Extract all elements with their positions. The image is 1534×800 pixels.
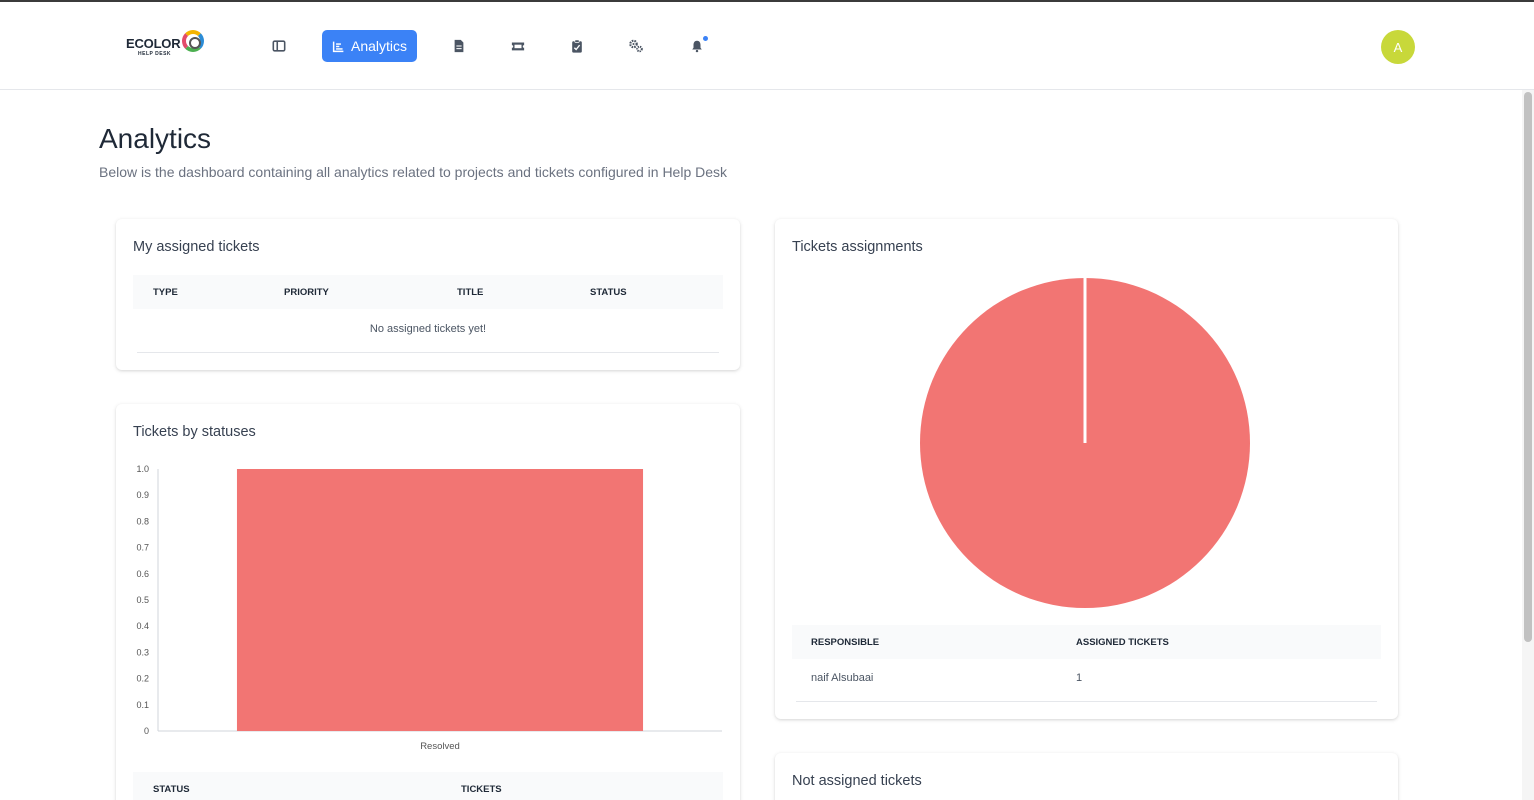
page-subtitle: Below is the dashboard containing all an… <box>99 164 728 180</box>
column-header-status[interactable]: STATUS <box>153 784 190 795</box>
top-navbar: ECOLOR HELP DESK Analytics A <box>0 2 1534 90</box>
y-tick-label: 0.3 <box>136 647 149 657</box>
not-assigned-tickets-card: Not assigned tickets <box>775 753 1398 800</box>
nav-notifications[interactable] <box>684 30 710 62</box>
page-title: Analytics <box>99 123 212 154</box>
logo-subtext: HELP DESK <box>138 51 172 57</box>
logo-ring-icon <box>182 30 204 52</box>
document-icon <box>454 39 464 53</box>
y-tick-label: 0 <box>144 726 149 736</box>
card-title: Tickets assignments <box>792 239 923 255</box>
assigned-count: 1 <box>1076 672 1083 684</box>
nav-analytics[interactable]: Analytics <box>322 30 417 62</box>
table-divider <box>137 352 719 353</box>
empty-state-text: No assigned tickets yet! <box>369 323 487 335</box>
y-tick-label: 0.1 <box>136 700 149 710</box>
my-assigned-tickets-card: My assigned tickets TYPE PRIORITY TITLE … <box>116 219 740 370</box>
y-tick-label: 0.8 <box>136 516 149 526</box>
x-tick-label: Resolved <box>420 741 460 752</box>
y-tick-label: 0.9 <box>136 490 149 500</box>
responsible-name: naif Alsubaai <box>811 672 874 684</box>
app-logo[interactable]: ECOLOR HELP DESK <box>112 24 220 76</box>
card-title: My assigned tickets <box>133 239 260 255</box>
tickets-assignments-card: Tickets assignments RESPONSIBLE ASSIGNED… <box>775 219 1398 719</box>
tickets-by-statuses-card: Tickets by statuses 0 0.1 0.2 0.3 0.4 0.5 0.6 0… <box>116 404 740 800</box>
column-header-priority[interactable]: PRIORITY <box>284 287 329 298</box>
analytics-icon <box>332 41 344 52</box>
y-tick-label: 0.6 <box>136 569 149 579</box>
notification-dot <box>703 36 708 41</box>
column-header-status[interactable]: STATUS <box>590 287 627 298</box>
assignments-table-header: RESPONSIBLE ASSIGNED TICKETS <box>792 625 1381 659</box>
y-tick-label: 0.7 <box>136 543 149 553</box>
gears-icon <box>629 39 643 53</box>
table-header: TYPE PRIORITY TITLE STATUS <box>133 275 723 309</box>
assignments-pie-chart <box>920 278 1250 608</box>
nav-analytics-label: Analytics <box>350 38 408 54</box>
user-avatar[interactable]: A <box>1381 30 1415 64</box>
nav-settings[interactable] <box>622 30 650 62</box>
y-tick-label: 1.0 <box>136 464 149 474</box>
y-tick-label: 0.4 <box>136 621 149 631</box>
ticket-icon <box>511 42 525 51</box>
logo-text: ECOLOR <box>126 36 181 51</box>
y-tick-label: 0.2 <box>136 674 149 684</box>
column-header-title[interactable]: TITLE <box>457 287 483 298</box>
nav-documents[interactable] <box>446 30 472 62</box>
table-divider <box>796 701 1377 702</box>
nav-tickets[interactable] <box>505 30 531 62</box>
bell-icon <box>692 40 702 53</box>
status-bar-chart: 0 0.1 0.2 0.3 0.4 0.5 0.6 0.7 0.8 0.9 1.0 Resolved <box>136 464 722 752</box>
status-table-header: STATUS TICKETS <box>133 772 723 800</box>
dashboard-icon <box>272 40 286 52</box>
bar <box>236 469 644 731</box>
column-header-tickets[interactable]: TICKETS <box>461 784 502 795</box>
card-title: Tickets by statuses <box>133 424 256 440</box>
nav-dashboard[interactable] <box>266 30 292 62</box>
scrollbar-thumb[interactable] <box>1524 92 1532 642</box>
card-title: Not assigned tickets <box>792 773 922 789</box>
column-header-assigned-tickets[interactable]: ASSIGNED TICKETS <box>1076 637 1169 648</box>
clipboard-icon <box>572 39 582 53</box>
column-header-type[interactable]: TYPE <box>153 287 178 298</box>
y-tick-label: 0.5 <box>136 595 149 605</box>
nav-tasks[interactable] <box>564 30 590 62</box>
column-header-responsible[interactable]: RESPONSIBLE <box>811 637 879 648</box>
